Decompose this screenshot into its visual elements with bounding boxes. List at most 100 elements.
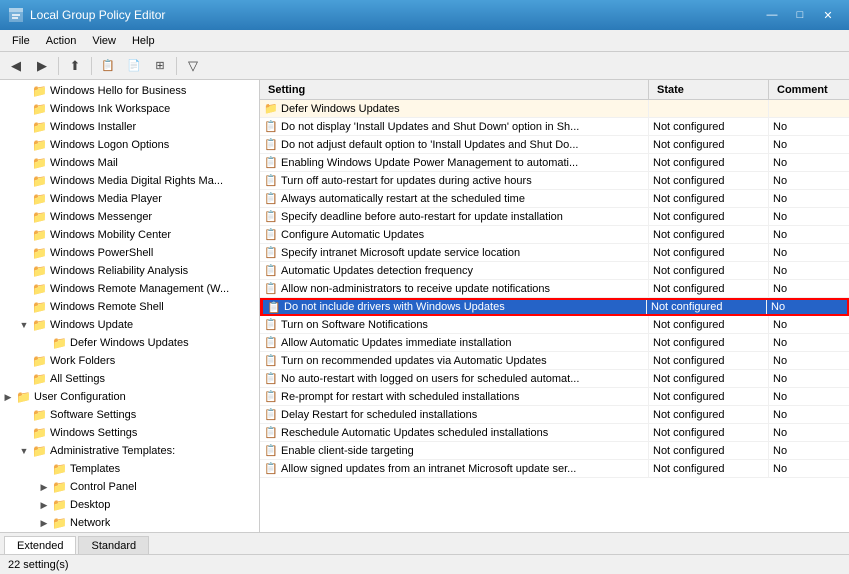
- tree-item-network[interactable]: ▶ 📁 Network: [0, 514, 259, 532]
- cell-setting-name: 📋 Specify deadline before auto-restart f…: [260, 208, 649, 225]
- show-hide-button[interactable]: 📋: [96, 55, 120, 77]
- tree-arrow-user-configuration: ▶: [0, 392, 16, 403]
- setting-name-text: Turn off auto-restart for updates during…: [281, 175, 532, 187]
- tree-item-windows-ink[interactable]: 📁 Windows Ink Workspace: [0, 100, 259, 118]
- tree-item-user-configuration[interactable]: ▶ 📁 User Configuration: [0, 388, 259, 406]
- tree-item-windows-mobility[interactable]: 📁 Windows Mobility Center: [0, 226, 259, 244]
- tree-item-defer-windows-updates[interactable]: 📁 Defer Windows Updates: [0, 334, 259, 352]
- header-comment[interactable]: Comment: [769, 80, 849, 99]
- tree-item-windows-powershell[interactable]: 📁 Windows PowerShell: [0, 244, 259, 262]
- table-row[interactable]: 📋 Enable client-side targeting Not confi…: [260, 442, 849, 460]
- folder-icon-windows-messenger: 📁: [32, 210, 48, 224]
- tree-item-software-settings[interactable]: 📁 Software Settings: [0, 406, 259, 424]
- tree-item-desktop[interactable]: ▶ 📁 Desktop: [0, 496, 259, 514]
- table-row[interactable]: 📋 Do not display 'Install Updates and Sh…: [260, 118, 849, 136]
- tree-item-templates-item[interactable]: 📁 Templates: [0, 460, 259, 478]
- policy-icon: 📋: [267, 300, 281, 314]
- cell-comment: No: [769, 280, 849, 297]
- table-row[interactable]: 📋 Automatic Updates detection frequency …: [260, 262, 849, 280]
- table-row[interactable]: 📋 Allow signed updates from an intranet …: [260, 460, 849, 478]
- cell-comment: No: [767, 300, 847, 314]
- tab-extended[interactable]: Extended: [4, 536, 76, 554]
- tree-label-defer-windows-updates: Defer Windows Updates: [70, 337, 189, 349]
- cell-setting-name: 📋 Do not adjust default option to 'Insta…: [260, 136, 649, 153]
- table-row[interactable]: 📋 Re-prompt for restart with scheduled i…: [260, 388, 849, 406]
- header-state[interactable]: State: [649, 80, 769, 99]
- cell-comment: No: [769, 136, 849, 153]
- table-row[interactable]: 📋 Delay Restart for scheduled installati…: [260, 406, 849, 424]
- tree-item-windows-hello[interactable]: 📁 Windows Hello for Business: [0, 82, 259, 100]
- header-setting[interactable]: Setting: [260, 80, 649, 99]
- properties-button[interactable]: 📄: [122, 55, 146, 77]
- tree-item-all-settings[interactable]: 📁 All Settings: [0, 370, 259, 388]
- cell-state: Not configured: [649, 136, 769, 153]
- tree-item-windows-messenger[interactable]: 📁 Windows Messenger: [0, 208, 259, 226]
- table-row[interactable]: 📋 Turn on Software Notifications Not con…: [260, 316, 849, 334]
- folder-icon-network: 📁: [52, 516, 68, 530]
- tree-item-windows-media-drm[interactable]: 📁 Windows Media Digital Rights Ma...: [0, 172, 259, 190]
- cell-comment: [769, 100, 849, 117]
- tree-label-windows-remote-shell: Windows Remote Shell: [50, 301, 164, 313]
- table-row[interactable]: 📋 Specify deadline before auto-restart f…: [260, 208, 849, 226]
- table-row[interactable]: 📋 Enabling Windows Update Power Manageme…: [260, 154, 849, 172]
- forward-button[interactable]: ▶: [30, 55, 54, 77]
- tree-item-windows-settings[interactable]: 📁 Windows Settings: [0, 424, 259, 442]
- table-row[interactable]: 📋 Reschedule Automatic Updates scheduled…: [260, 424, 849, 442]
- up-button[interactable]: ⬆: [63, 55, 87, 77]
- tab-standard[interactable]: Standard: [78, 536, 149, 554]
- new-window-button[interactable]: ⊞: [148, 55, 172, 77]
- tree-item-windows-logon[interactable]: 📁 Windows Logon Options: [0, 136, 259, 154]
- back-button[interactable]: ◀: [4, 55, 28, 77]
- cell-comment: No: [769, 226, 849, 243]
- policy-icon: 📋: [264, 426, 278, 440]
- table-row[interactable]: 📋 Always automatically restart at the sc…: [260, 190, 849, 208]
- menu-view[interactable]: View: [84, 33, 124, 49]
- cell-setting-name: 📋 Reschedule Automatic Updates scheduled…: [260, 424, 649, 441]
- tree-item-admin-templates[interactable]: ▼ 📁 Administrative Templates:: [0, 442, 259, 460]
- cell-comment: No: [769, 388, 849, 405]
- tree-item-windows-remote-shell[interactable]: 📁 Windows Remote Shell: [0, 298, 259, 316]
- cell-setting-name: 📋 Allow Automatic Updates immediate inst…: [260, 334, 649, 351]
- folder-icon-software-settings: 📁: [32, 408, 48, 422]
- tree-item-windows-installer[interactable]: 📁 Windows Installer: [0, 118, 259, 136]
- menu-action[interactable]: Action: [38, 33, 85, 49]
- table-row[interactable]: 📋 Turn off auto-restart for updates duri…: [260, 172, 849, 190]
- cell-setting-name: 📋 Allow non-administrators to receive up…: [260, 280, 649, 297]
- tree-item-control-panel[interactable]: ▶ 📁 Control Panel: [0, 478, 259, 496]
- toolbar: ◀ ▶ ⬆ 📋 📄 ⊞ ▽: [0, 52, 849, 80]
- maximize-button[interactable]: □: [787, 5, 813, 25]
- minimize-button[interactable]: —: [759, 5, 785, 25]
- table-row[interactable]: 📋 Turn on recommended updates via Automa…: [260, 352, 849, 370]
- app-icon: [8, 7, 24, 23]
- bottom-tabs: Extended Standard: [0, 532, 849, 554]
- tree-item-windows-media-player[interactable]: 📁 Windows Media Player: [0, 190, 259, 208]
- tree-item-windows-update[interactable]: ▼ 📁 Windows Update: [0, 316, 259, 334]
- tree-item-windows-mail[interactable]: 📁 Windows Mail: [0, 154, 259, 172]
- table-row[interactable]: 📋 No auto-restart with logged on users f…: [260, 370, 849, 388]
- table-row[interactable]: 📋 Allow non-administrators to receive up…: [260, 280, 849, 298]
- table-row[interactable]: 📋 Do not adjust default option to 'Insta…: [260, 136, 849, 154]
- filter-button[interactable]: ▽: [181, 55, 205, 77]
- cell-setting-name: 📋 Enable client-side targeting: [260, 442, 649, 459]
- table-row[interactable]: 📁 Defer Windows Updates: [260, 100, 849, 118]
- table-row[interactable]: 📋 Do not include drivers with Windows Up…: [260, 298, 849, 316]
- cell-comment: No: [769, 406, 849, 423]
- tree-item-windows-remote-mgmt[interactable]: 📁 Windows Remote Management (W...: [0, 280, 259, 298]
- policy-icon: 📋: [264, 120, 278, 134]
- cell-comment: No: [769, 334, 849, 351]
- tree-item-windows-reliability[interactable]: 📁 Windows Reliability Analysis: [0, 262, 259, 280]
- policy-icon: 📋: [264, 354, 278, 368]
- tree-label-windows-media-drm: Windows Media Digital Rights Ma...: [50, 175, 223, 187]
- cell-setting-name: 📋 No auto-restart with logged on users f…: [260, 370, 649, 387]
- cell-state: Not configured: [649, 388, 769, 405]
- table-row[interactable]: 📋 Specify intranet Microsoft update serv…: [260, 244, 849, 262]
- menu-file[interactable]: File: [4, 33, 38, 49]
- table-row[interactable]: 📋 Allow Automatic Updates immediate inst…: [260, 334, 849, 352]
- table-row[interactable]: 📋 Configure Automatic Updates Not config…: [260, 226, 849, 244]
- cell-comment: No: [769, 118, 849, 135]
- tree-item-work-folders[interactable]: 📁 Work Folders: [0, 352, 259, 370]
- menu-help[interactable]: Help: [124, 33, 163, 49]
- cell-state: Not configured: [649, 334, 769, 351]
- close-button[interactable]: ✕: [815, 5, 841, 25]
- cell-state: Not configured: [649, 118, 769, 135]
